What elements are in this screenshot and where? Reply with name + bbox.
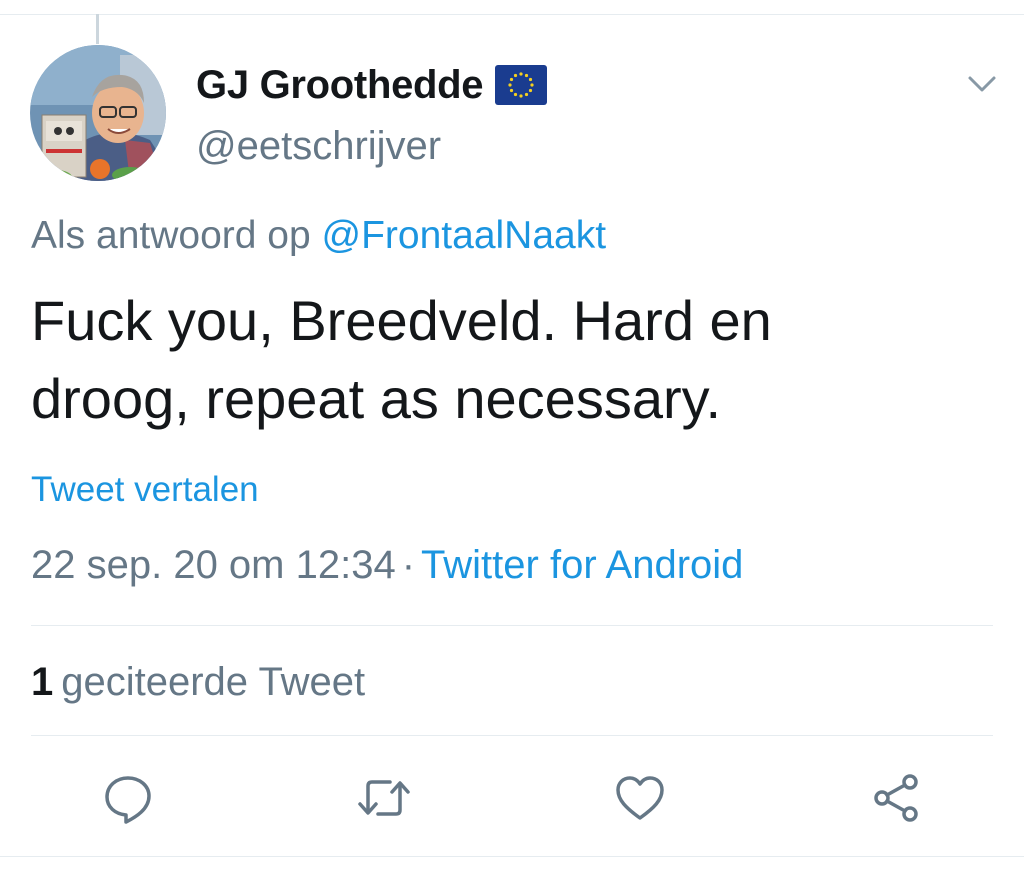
heart-icon (616, 776, 664, 820)
reply-button[interactable] (100, 770, 156, 826)
avatar-photo (30, 45, 166, 181)
divider (31, 625, 993, 626)
like-button[interactable] (612, 770, 668, 826)
quote-count: 1 (31, 660, 54, 704)
quote-tweets-stat[interactable]: 1 geciteerde Tweet (31, 660, 365, 705)
tweet-metadata: 22 sep. 20 om 12:34 · Twitter for Android (31, 543, 743, 588)
share-icon (874, 774, 918, 822)
tweet-text-line: droog, repeat as necessary. (31, 367, 722, 430)
tweet-text-line: Fuck you, Breedveld. Hard en (31, 289, 772, 352)
top-divider (0, 14, 1024, 15)
meta-separator: · (401, 543, 416, 587)
quote-label: geciteerde Tweet (61, 660, 366, 704)
thread-connector-line (96, 14, 99, 44)
bottom-divider (0, 856, 1024, 857)
retweet-icon (358, 780, 410, 816)
author-display-name[interactable]: GJ Groothedde (196, 63, 484, 108)
reply-context: Als antwoord op @FrontaalNaakt (31, 214, 606, 258)
eu-flag-icon (495, 65, 548, 105)
tweet-text: Fuck you, Breedveld. Hard en droog, repe… (31, 282, 991, 438)
author-name-row[interactable]: GJ Groothedde (196, 60, 548, 110)
translate-tweet-link[interactable]: Tweet vertalen (31, 470, 259, 510)
avatar[interactable] (30, 45, 166, 181)
tweet-source-link[interactable]: Twitter for Android (421, 543, 743, 587)
share-button[interactable] (868, 770, 924, 826)
reply-icon (105, 776, 151, 824)
tweet-detail: GJ Groothedde @eetschrijver Als antwoord… (0, 0, 1024, 886)
chevron-down-icon[interactable] (964, 72, 1000, 96)
divider (31, 735, 993, 736)
reply-mention-link[interactable]: @FrontaalNaakt (322, 214, 607, 257)
tweet-timestamp[interactable]: 22 sep. 20 om 12:34 (31, 543, 396, 587)
retweet-button[interactable] (356, 770, 412, 826)
reply-context-prefix: Als antwoord op (31, 214, 311, 257)
author-handle[interactable]: @eetschrijver (196, 124, 441, 169)
